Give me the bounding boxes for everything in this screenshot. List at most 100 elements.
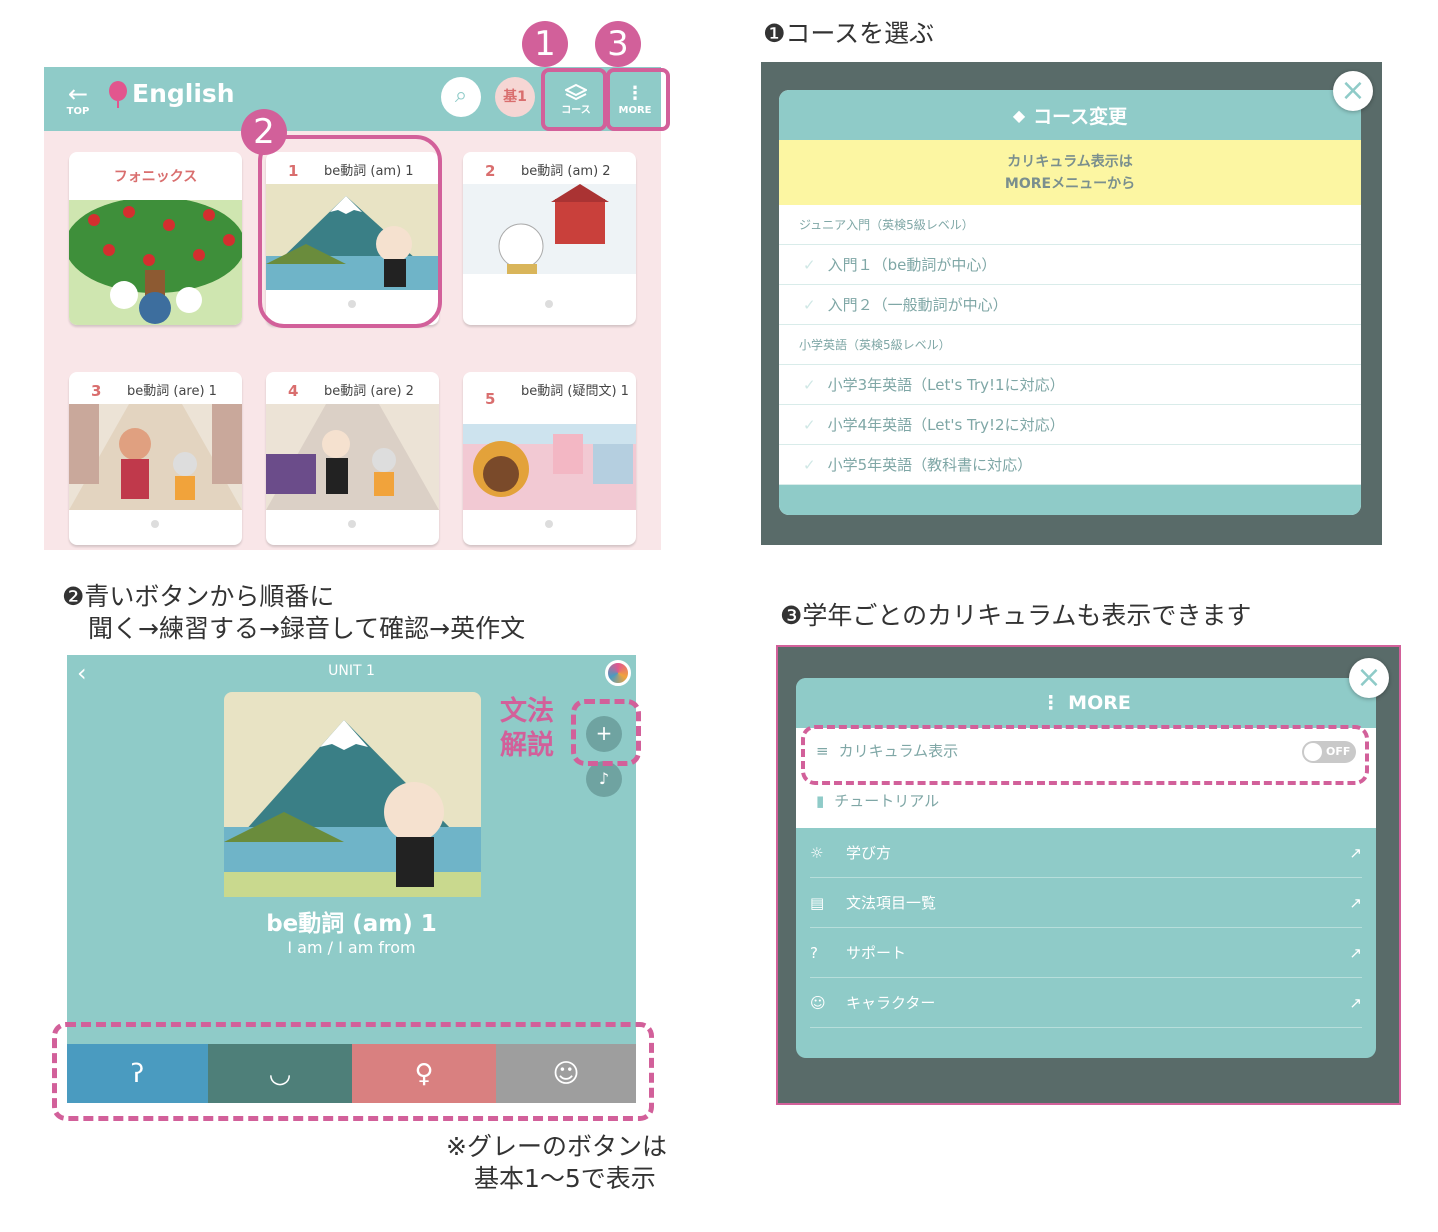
- course-item-label: 小学4年英語（Let's Try!2に対応）: [827, 416, 1065, 434]
- app-logo: English: [108, 79, 235, 108]
- course-item-label: 入門１（be動詞が中心）: [827, 256, 997, 274]
- highlight-curriculum: [801, 725, 1369, 785]
- course-item-grade4[interactable]: ✓ 小学4年英語（Let's Try!2に対応）: [779, 405, 1361, 445]
- more-modal-header: ⋮ MORE: [796, 678, 1376, 728]
- course-item-label: 小学3年英語（Let's Try!1に対応）: [827, 376, 1065, 394]
- caption-order-line2: 聞く→練習する→録音して確認→英作文: [88, 614, 526, 643]
- beginner-mark-icon: ▮: [816, 791, 825, 810]
- card-number: 5: [485, 390, 496, 408]
- card-title: be動詞 (am) 2: [521, 164, 611, 179]
- course-modal-header: ◆ コース変更: [779, 90, 1361, 140]
- link-label: 学び方: [846, 844, 892, 862]
- course-item-label: 小学5年英語（教科書に対応）: [827, 456, 1033, 474]
- course-item-grade3[interactable]: ✓ 小学3年英語（Let's Try!1に対応）: [779, 365, 1361, 405]
- card-number: 2: [485, 162, 496, 180]
- curriculum-notice: カリキュラム表示は MOREメニューから: [779, 140, 1361, 205]
- tutorial-label: チュートリアル: [834, 792, 940, 810]
- back-button[interactable]: ← TOP: [54, 77, 102, 121]
- card-unit-5[interactable]: 5 be動詞 (疑問文) 1: [463, 372, 636, 545]
- caption-course: ❶コースを選ぶ: [763, 19, 935, 48]
- audio-button[interactable]: ♪: [586, 761, 622, 797]
- mount-fuji-illustration: [224, 692, 481, 897]
- pager-dot: [348, 520, 356, 528]
- card-unit-2[interactable]: 2 be動詞 (am) 2: [463, 152, 636, 325]
- graduation-cap-icon: ◆: [1012, 105, 1026, 125]
- section-junior: ジュニア入門（英検5級レベル）: [779, 205, 1361, 245]
- close-button[interactable]: ×: [1333, 71, 1373, 111]
- card-title: be動詞 (are) 1: [127, 384, 217, 399]
- link-row-grammar[interactable]: ▤ 文法項目一覧 ↗: [810, 878, 1362, 928]
- pager-dot: [545, 300, 553, 308]
- course-item-intro1[interactable]: ✓ 入門１（be動詞が中心）: [779, 245, 1361, 285]
- document-icon: ▤: [810, 893, 825, 912]
- card-phonics[interactable]: フォニックス: [69, 152, 242, 325]
- progress-ring-icon[interactable]: [605, 660, 631, 686]
- tutorial-row[interactable]: ▮ チュートリアル: [816, 790, 939, 811]
- check-icon: ✓: [803, 415, 816, 434]
- course-item-grade5[interactable]: ✓ 小学5年英語（教科書に対応）: [779, 445, 1361, 485]
- pager-dot: [545, 520, 553, 528]
- grammar-line1: 文法: [500, 696, 554, 727]
- step-badge-1: 1: [522, 21, 568, 67]
- external-link-icon: ↗: [1349, 893, 1362, 912]
- course-item-label: 入門２（一般動詞が中心）: [827, 296, 1008, 314]
- highlight-more: [606, 68, 670, 131]
- course-modal-title: コース変更: [1033, 105, 1128, 128]
- pager-dot: [151, 520, 159, 528]
- notice-line2: MOREメニューから: [1004, 176, 1136, 192]
- card-unit-3[interactable]: 3 be動詞 (are) 1: [69, 372, 242, 545]
- highlight-bottom-buttons: [52, 1022, 654, 1121]
- lesson-title: be動詞 (am) 1: [266, 911, 437, 937]
- town-illustration: [463, 424, 636, 510]
- section-label: 小学英語（英検5級レベル）: [799, 338, 951, 352]
- house-illustration: [463, 184, 636, 290]
- card-number: 3: [91, 382, 102, 400]
- card-title: be動詞 (疑問文) 1: [521, 384, 629, 399]
- note-line1: ※グレーのボタンは: [446, 1132, 667, 1161]
- search-icon: ⌕: [454, 83, 468, 108]
- card-unit-4[interactable]: 4 be動詞 (are) 2: [266, 372, 439, 545]
- check-icon: ✓: [803, 375, 816, 394]
- link-row-learning[interactable]: ☼ 学び方 ↗: [810, 828, 1362, 878]
- level-badge[interactable]: 基1: [495, 77, 535, 117]
- grammar-explanation-label: 文法 解説: [500, 695, 554, 763]
- kebab-icon: ⋮: [1041, 692, 1061, 714]
- balloon-icon: [109, 80, 127, 108]
- note-line2: 基本1〜5で表示: [474, 1164, 656, 1193]
- highlight-unit-card: [258, 135, 442, 328]
- step-badge-2: 2: [241, 109, 287, 155]
- unit-title: UNIT 1: [328, 663, 375, 679]
- close-button[interactable]: ×: [1349, 658, 1389, 698]
- back-label: TOP: [66, 105, 90, 117]
- character-icon: ☺: [810, 993, 826, 1012]
- speaker-icon: ♪: [598, 769, 610, 788]
- search-button[interactable]: ⌕: [441, 77, 481, 117]
- course-list-screenshot: ← TOP English ⌕ 基1 コース ⋮ MORE フォニックス 1 b: [44, 67, 670, 550]
- app-title: English: [132, 79, 235, 108]
- more-modal-title: MORE: [1068, 692, 1131, 714]
- check-icon: ✓: [803, 255, 816, 274]
- more-modal-screenshot: ⋮ MORE ≡ カリキュラム表示 OFF ▮ チュートリアル ☼ 学び方 ↗ ▤ 文…: [776, 645, 1401, 1105]
- check-icon: ✓: [803, 455, 816, 474]
- link-row-character[interactable]: ☺ キャラクター ↗: [810, 978, 1362, 1028]
- highlight-grammar: [571, 699, 641, 766]
- link-label: キャラクター: [846, 994, 936, 1012]
- link-row-support[interactable]: ? サポート ↗: [810, 928, 1362, 978]
- lesson-subtitle: I am / I am from: [287, 938, 416, 957]
- link-label: サポート: [846, 944, 907, 962]
- section-label: ジュニア入門（英検5級レベル）: [799, 218, 974, 232]
- street-girl-illustration: [266, 404, 439, 510]
- course-item-intro2[interactable]: ✓ 入門２（一般動詞が中心）: [779, 285, 1361, 325]
- highlight-course: [541, 68, 607, 131]
- card-title: フォニックス: [113, 169, 198, 185]
- close-icon: ×: [1356, 660, 1382, 695]
- step-badge-3: 3: [595, 21, 641, 67]
- external-link-icon: ↗: [1349, 993, 1362, 1012]
- caption-curriculum: ❸学年ごとのカリキュラムも表示できます: [780, 601, 1252, 630]
- course-modal-screenshot: ◆ コース変更 カリキュラム表示は MOREメニューから ジュニア入門（英検5級…: [761, 62, 1382, 545]
- arrow-left-icon: ←: [67, 79, 89, 108]
- modal-footer: [779, 485, 1361, 515]
- lightbulb-icon: ☼: [810, 843, 824, 862]
- close-icon: ×: [1340, 73, 1366, 108]
- course-modal: ◆ コース変更 カリキュラム表示は MOREメニューから ジュニア入門（英検5級…: [779, 90, 1361, 515]
